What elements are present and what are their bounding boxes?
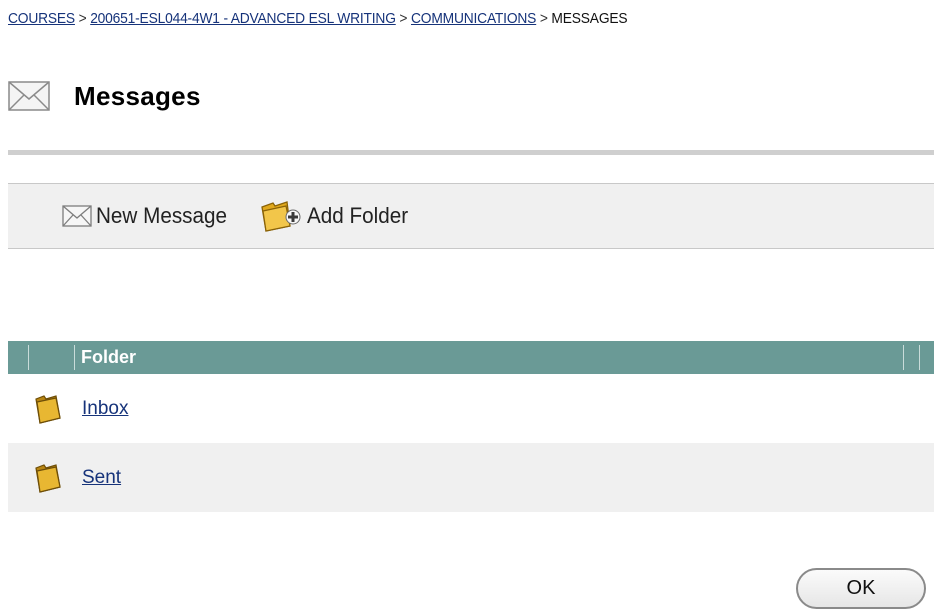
breadcrumb-current: MESSAGES	[551, 10, 628, 27]
add-folder-icon	[261, 201, 301, 232]
table-header: Folder	[8, 341, 934, 374]
title-divider	[8, 150, 934, 155]
breadcrumb-separator: >	[539, 10, 548, 27]
breadcrumb-separator: >	[399, 10, 408, 27]
action-bar: New Message Add Folder	[8, 183, 934, 249]
add-folder-label: Add Folder	[307, 203, 409, 228]
add-folder-button[interactable]: Add Folder	[259, 199, 415, 233]
envelope-icon	[8, 81, 50, 111]
breadcrumb: COURSES >200651-ESL044-4W1 - ADVANCED ESL…	[8, 10, 628, 27]
table-row: Sent	[8, 443, 934, 512]
folder-icon	[35, 463, 61, 493]
breadcrumb-courses-link[interactable]: COURSES	[8, 10, 75, 27]
column-divider	[74, 345, 75, 370]
breadcrumb-separator: >	[78, 10, 87, 27]
breadcrumb-communications-link[interactable]: COMMUNICATIONS	[411, 10, 536, 27]
column-divider	[903, 345, 904, 370]
new-message-label: New Message	[96, 203, 228, 228]
column-divider	[919, 345, 920, 370]
page-header: Messages	[8, 74, 201, 118]
inbox-link[interactable]: Inbox	[82, 398, 128, 420]
envelope-icon	[62, 205, 92, 227]
page-title: Messages	[74, 80, 201, 111]
new-message-button[interactable]: New Message	[62, 203, 235, 229]
sent-link[interactable]: Sent	[82, 467, 121, 489]
breadcrumb-course-link[interactable]: 200651-ESL044-4W1 - ADVANCED ESL WRITING	[90, 10, 396, 27]
ok-button[interactable]: OK	[796, 568, 926, 609]
folder-column-header[interactable]: Folder	[81, 347, 136, 368]
folder-table: Folder Inbox Sent	[8, 341, 934, 512]
table-row: Inbox	[8, 374, 934, 443]
column-divider	[28, 345, 29, 370]
folder-icon	[35, 394, 61, 424]
